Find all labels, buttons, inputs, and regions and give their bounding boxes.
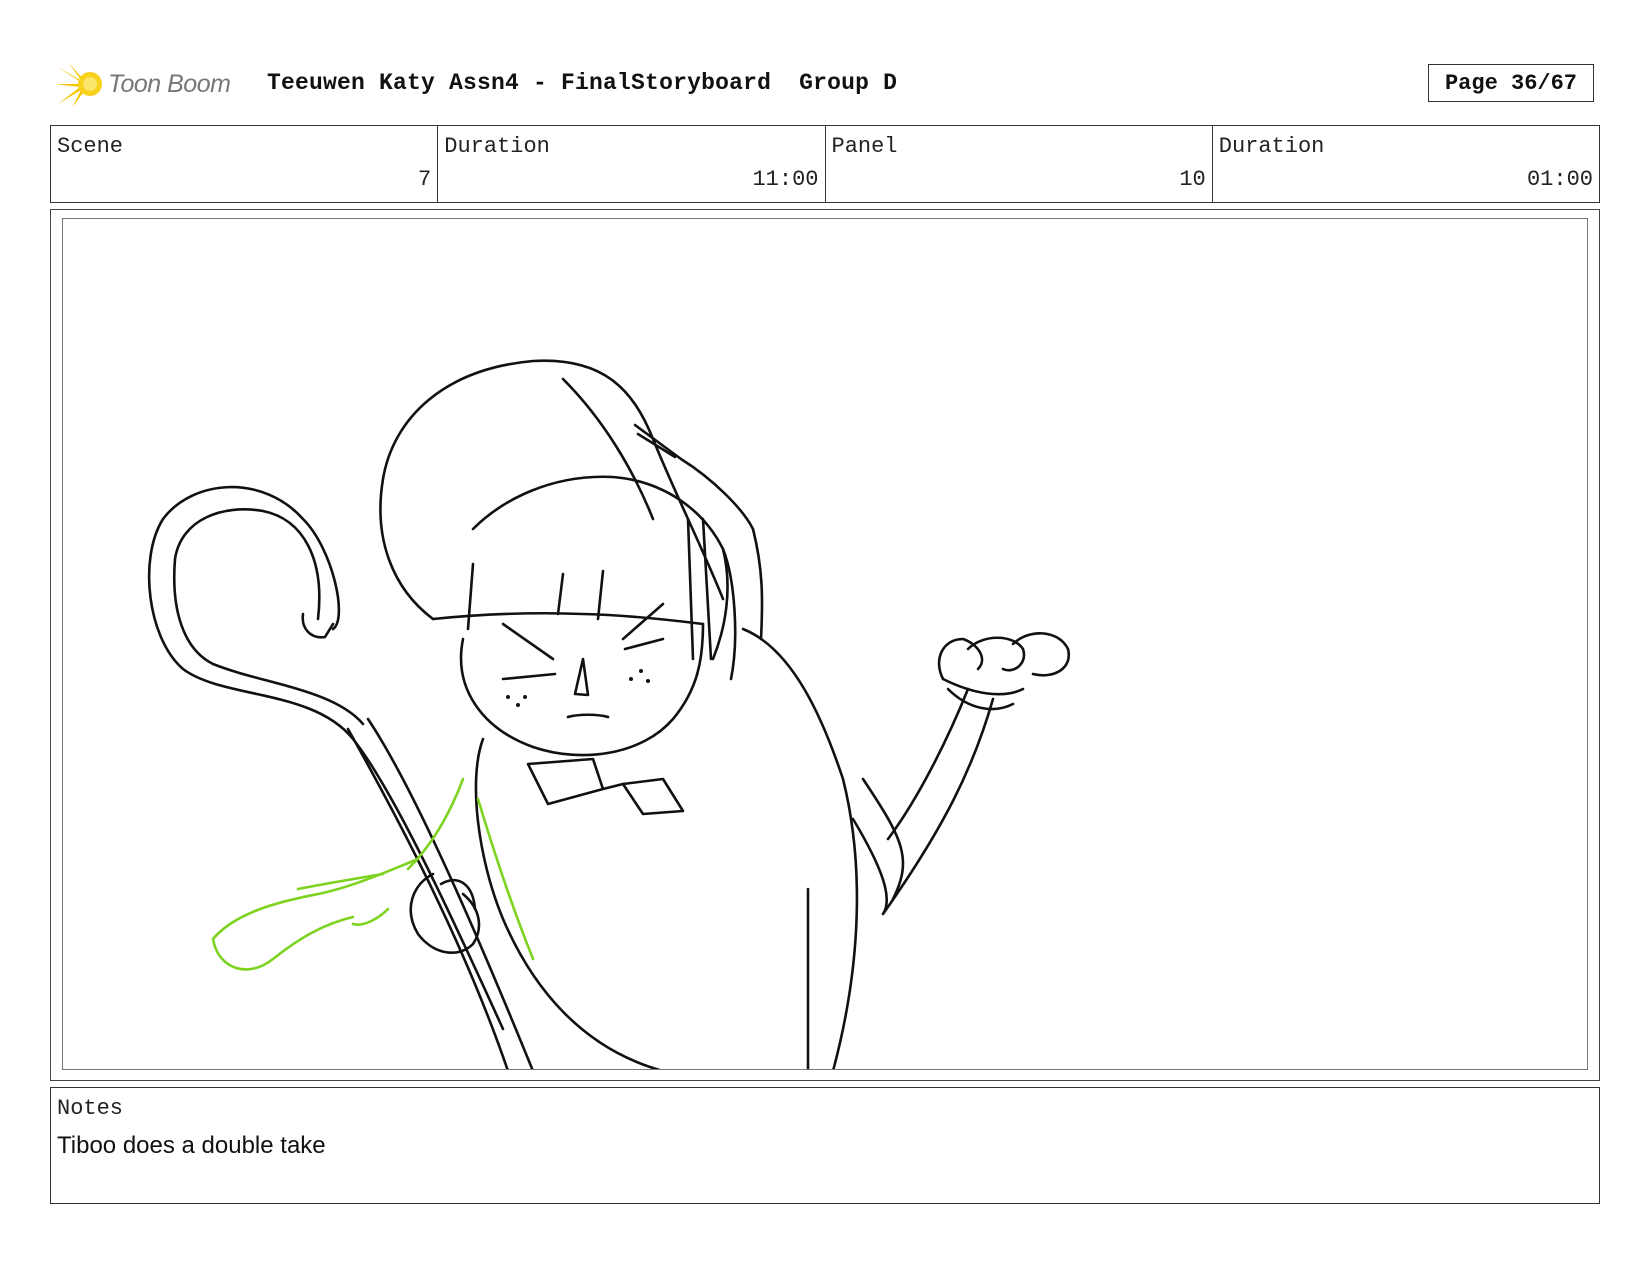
storyboard-header: Toon Boom Teeuwen Katy Assn4 - FinalStor… (50, 56, 1600, 112)
logo-text: Toon Boom (108, 69, 231, 98)
scene-label: Scene (57, 134, 124, 159)
nose (573, 657, 590, 697)
starburst-icon (54, 62, 102, 108)
hat-side-2 (636, 432, 677, 459)
scene-cell: Scene 7 (51, 126, 439, 202)
bang-5 (701, 517, 713, 661)
scene-duration-cell: Duration 11:00 (438, 126, 826, 202)
scene-value: 7 (418, 167, 432, 192)
body-right (741, 627, 859, 1069)
scene-duration-label: Duration (444, 134, 550, 159)
hat-side (633, 423, 764, 641)
staff-hook (147, 485, 505, 1031)
bangs (431, 611, 705, 626)
toon-boom-logo: Toon Boom (54, 60, 231, 108)
bang-3 (596, 569, 605, 621)
panel-duration-cell: Duration 01:00 (1213, 126, 1599, 202)
bang-2 (556, 572, 565, 616)
arm-outer (851, 697, 995, 916)
arm-upper (886, 687, 970, 841)
bow-tie-knot (601, 782, 625, 791)
scene-info-table: Scene 7 Duration 11:00 Panel 10 Duration… (50, 125, 1600, 203)
face-outline (459, 622, 705, 757)
panel-duration-label: Duration (1218, 134, 1325, 159)
notes-text: Tiboo does a double take (57, 1132, 326, 1159)
staff-hook-inner (173, 508, 365, 726)
bang-4 (686, 517, 695, 661)
notes-section: Notes Tiboo does a double take (50, 1087, 1600, 1204)
right-eye-lower (623, 637, 665, 651)
notes-label: Notes (57, 1096, 124, 1121)
bow-tie-right (621, 777, 685, 816)
storyboard-panel-frame (50, 209, 1600, 1081)
hat-brim-2 (561, 377, 655, 521)
panel-duration-value: 01:00 (1526, 167, 1593, 192)
body-left (474, 737, 661, 1069)
freckles (506, 669, 650, 707)
mouth (566, 713, 610, 719)
hat-brim (379, 359, 725, 621)
page-indicator: Page 36/67 (1428, 64, 1594, 102)
document-title: Teeuwen Katy Assn4 - FinalStoryboard Gro… (267, 70, 898, 96)
bang-1 (466, 562, 475, 631)
hand (937, 632, 1071, 696)
staff-pole-back (346, 727, 509, 1069)
storyboard-panel (62, 218, 1588, 1070)
panel-cell: Panel 10 (826, 126, 1213, 202)
left-eye-upper (501, 622, 555, 661)
motion-line-1 (211, 857, 420, 941)
left-eye-lower (501, 672, 557, 681)
bow-tie-left (526, 757, 605, 806)
scene-duration-value: 11:00 (752, 167, 819, 192)
character-sketch (147, 359, 1071, 1069)
panel-value: 10 (1179, 167, 1206, 192)
right-eye-upper (621, 602, 665, 641)
panel-label: Panel (831, 134, 898, 159)
motion-line-3 (296, 872, 385, 891)
motion-line-2 (211, 915, 355, 971)
motion-line-4 (351, 907, 390, 926)
motion-line-6 (476, 797, 535, 961)
